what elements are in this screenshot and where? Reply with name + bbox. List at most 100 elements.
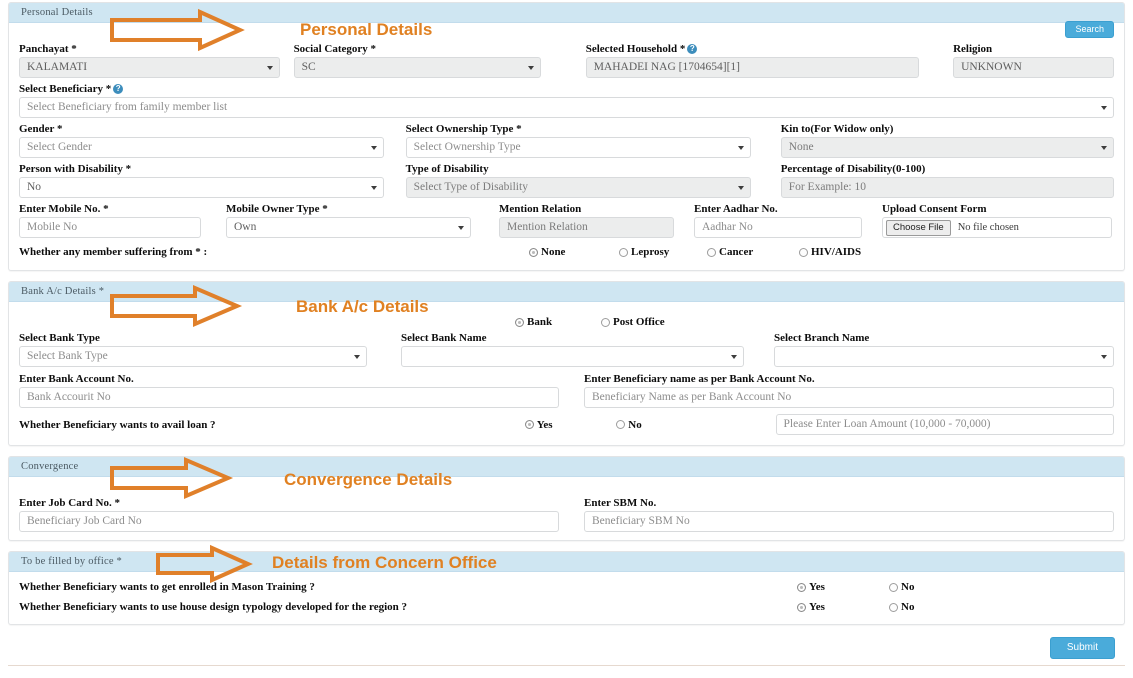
help-icon[interactable]: ? xyxy=(113,84,123,94)
design-typology-no[interactable]: No xyxy=(889,601,914,613)
mention-relation-input[interactable]: Mention Relation xyxy=(499,217,674,238)
upload-consent-form-input[interactable]: Choose File No file chosen xyxy=(882,217,1112,238)
suffering-option-label: Cancer xyxy=(719,246,753,258)
social-category-select[interactable]: SC xyxy=(294,57,541,78)
radio-dot-icon xyxy=(707,248,716,257)
mason-training-question-label: Whether Beneficiary wants to get enrolle… xyxy=(19,580,797,594)
mobile-no-input[interactable]: Mobile No xyxy=(19,217,201,238)
aadhar-no-label: Enter Aadhar No. xyxy=(694,202,862,216)
job-card-no-input[interactable]: Beneficiary Job Card No xyxy=(19,511,559,532)
suffering-option-none[interactable]: None xyxy=(529,246,619,258)
branch-name-label: Select Branch Name xyxy=(774,331,1114,345)
bank-name-value xyxy=(401,346,744,367)
chevron-down-icon xyxy=(1101,355,1107,359)
chevron-down-icon xyxy=(738,146,744,150)
avail-loan-option-label: Yes xyxy=(537,419,553,431)
footer-divider xyxy=(8,665,1125,669)
bank-type-select[interactable]: Select Bank Type xyxy=(19,346,367,367)
type-of-disability-select[interactable]: Select Type of Disability xyxy=(406,177,751,198)
search-button[interactable]: Search xyxy=(1065,21,1114,38)
gender-label: Gender * xyxy=(19,122,384,136)
radio-dot-icon xyxy=(797,583,806,592)
radio-dot-icon xyxy=(529,248,538,257)
suffering-option-hiv-aids[interactable]: HIV/AIDS xyxy=(799,246,861,258)
selected-household-field: MAHADEI NAG [1704654][1] xyxy=(586,57,919,78)
upload-consent-form-label: Upload Consent Form xyxy=(882,202,1112,216)
panel-personal-details: Personal Details Search Panchayat * KALA… xyxy=(8,2,1125,271)
mobile-owner-type-select[interactable]: Own xyxy=(226,217,471,238)
mobile-no-label: Enter Mobile No. * xyxy=(19,202,201,216)
suffering-option-label: Leprosy xyxy=(631,246,669,258)
panel-bank-details: Bank A/c Details * Bank Post Office Sele… xyxy=(8,281,1125,446)
convergence-section-title: Convergence xyxy=(9,457,1124,477)
bank-name-select[interactable] xyxy=(401,346,744,367)
branch-name-select[interactable] xyxy=(774,346,1114,367)
radio-dot-icon xyxy=(619,248,628,257)
bank-account-no-input[interactable]: Bank Accourit No xyxy=(19,387,559,408)
chevron-down-icon xyxy=(354,355,360,359)
person-with-disability-select[interactable]: No xyxy=(19,177,384,198)
suffering-label: Whether any member suffering from * : xyxy=(19,245,529,259)
avail-loan-yes[interactable]: Yes xyxy=(525,419,617,431)
design-typology-yes[interactable]: Yes xyxy=(797,601,889,613)
panel-convergence: Convergence Enter Job Card No. * Benefic… xyxy=(8,456,1125,541)
ownership-type-label: Select Ownership Type * xyxy=(406,122,751,136)
kin-to-value: None xyxy=(781,137,1114,158)
beneficiary-name-input[interactable]: Beneficiary Name as per Bank Account No xyxy=(584,387,1114,408)
suffering-option-label: HIV/AIDS xyxy=(811,246,861,258)
account-kind-bank[interactable]: Bank xyxy=(515,316,601,328)
radio-dot-icon xyxy=(601,318,610,327)
choose-file-button[interactable]: Choose File xyxy=(886,220,951,236)
avail-loan-no[interactable]: No xyxy=(616,419,775,431)
suffering-option-cancer[interactable]: Cancer xyxy=(707,246,799,258)
avail-loan-label: Whether Beneficiary wants to avail loan … xyxy=(19,418,525,432)
radio-dot-icon xyxy=(515,318,524,327)
mason-training-no[interactable]: No xyxy=(889,581,914,593)
radio-dot-icon xyxy=(616,420,625,429)
submit-button[interactable]: Submit xyxy=(1050,637,1115,659)
help-icon[interactable]: ? xyxy=(687,44,697,54)
ownership-type-value: Select Ownership Type xyxy=(406,137,751,158)
select-beneficiary-label: Select Beneficiary *? xyxy=(19,82,1114,96)
radio-dot-icon xyxy=(797,603,806,612)
percentage-of-disability-label: Percentage of Disability(0-100) xyxy=(781,162,1114,176)
personal-details-section-title: Personal Details xyxy=(9,3,1124,23)
percentage-of-disability-input[interactable]: For Example: 10 xyxy=(781,177,1114,198)
person-with-disability-label: Person with Disability * xyxy=(19,162,384,176)
beneficiary-name-label: Enter Beneficiary name as per Bank Accou… xyxy=(584,372,1114,386)
suffering-option-leprosy[interactable]: Leprosy xyxy=(619,246,707,258)
gender-select[interactable]: Select Gender xyxy=(19,137,384,158)
chevron-down-icon xyxy=(738,186,744,190)
panchayat-value: KALAMATI xyxy=(19,57,280,78)
submit-bar: Submit xyxy=(8,635,1125,665)
select-beneficiary-value: Select Beneficiary from family member li… xyxy=(19,97,1114,118)
job-card-no-label: Enter Job Card No. * xyxy=(19,496,559,510)
bank-details-section-title: Bank A/c Details * xyxy=(9,282,1124,302)
aadhar-no-input[interactable]: Aadhar No xyxy=(694,217,862,238)
mason-training-option-label: Yes xyxy=(809,581,825,593)
avail-loan-option-label: No xyxy=(628,419,641,431)
panchayat-select[interactable]: KALAMATI xyxy=(19,57,280,78)
form-page: Personal Details Search Panchayat * KALA… xyxy=(0,2,1133,678)
branch-name-value xyxy=(774,346,1114,367)
radio-dot-icon xyxy=(525,420,534,429)
mason-training-yes[interactable]: Yes xyxy=(797,581,889,593)
design-typology-option-label: Yes xyxy=(809,601,825,613)
ownership-type-select[interactable]: Select Ownership Type xyxy=(406,137,751,158)
type-of-disability-label: Type of Disability xyxy=(406,162,751,176)
account-kind-label: Post Office xyxy=(613,316,665,328)
social-category-value: SC xyxy=(294,57,541,78)
chevron-down-icon xyxy=(371,186,377,190)
mention-relation-label: Mention Relation xyxy=(499,202,674,216)
mason-training-option-label: No xyxy=(901,581,914,593)
panchayat-label: Panchayat * xyxy=(19,42,280,56)
account-kind-post-office[interactable]: Post Office xyxy=(601,316,665,328)
loan-amount-input[interactable]: Please Enter Loan Amount (10,000 - 70,00… xyxy=(776,414,1114,435)
bank-type-label: Select Bank Type xyxy=(19,331,367,345)
sbm-no-input[interactable]: Beneficiary SBM No xyxy=(584,511,1114,532)
radio-dot-icon xyxy=(889,583,898,592)
select-beneficiary-select[interactable]: Select Beneficiary from family member li… xyxy=(19,97,1114,118)
kin-to-select[interactable]: None xyxy=(781,137,1114,158)
bank-account-no-label: Enter Bank Account No. xyxy=(19,372,559,386)
bank-name-label: Select Bank Name xyxy=(401,331,744,345)
